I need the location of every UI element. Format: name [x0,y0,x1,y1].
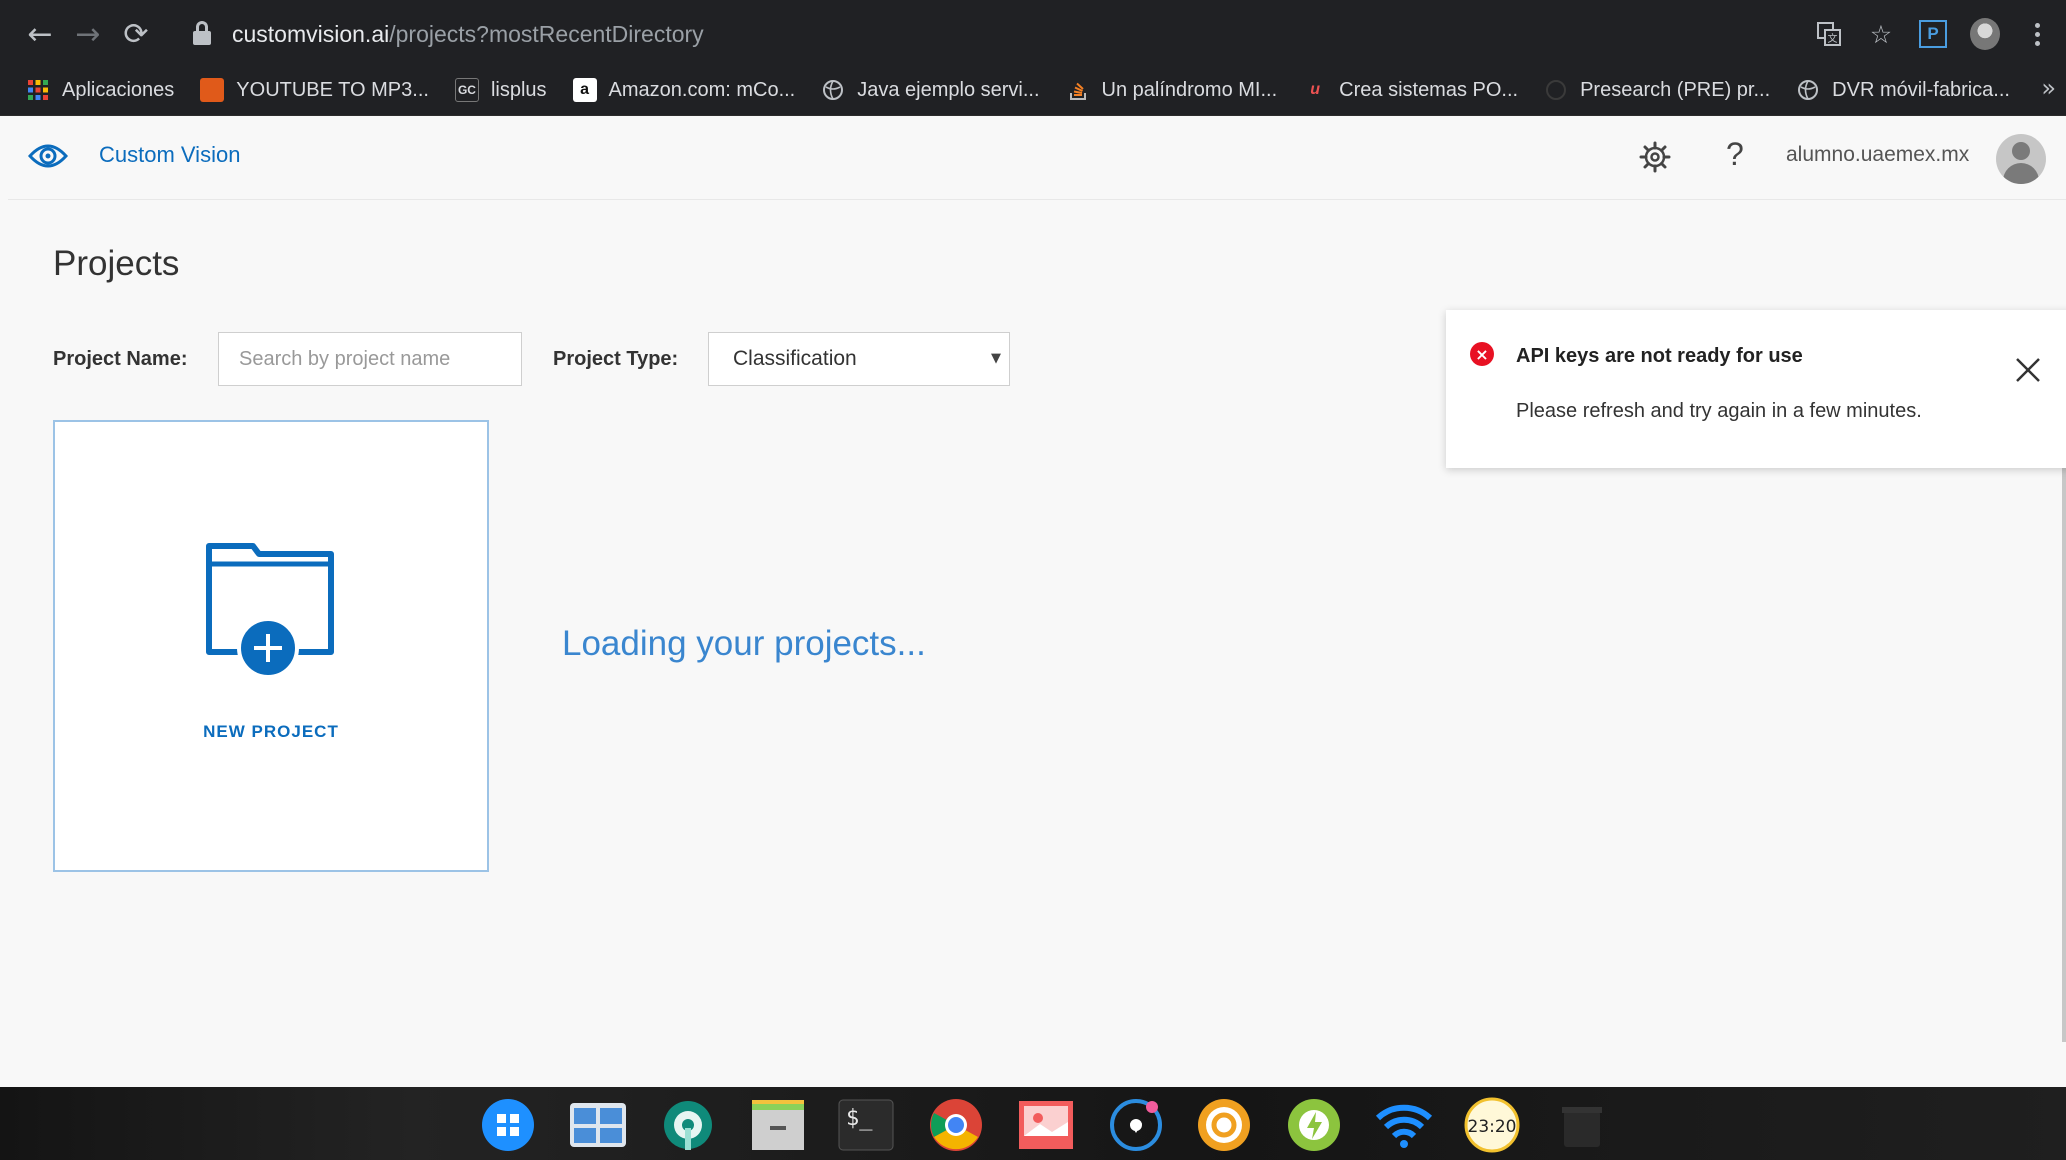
extension-p-icon[interactable]: P [1918,19,1948,49]
bookmark-item[interactable]: Java ejemplo servi... [821,78,1040,102]
amazon-icon: a [572,78,597,102]
bookmark-label: lisplus [490,78,547,101]
globe-icon [821,78,845,102]
brand-name[interactable]: Custom Vision [99,142,240,168]
settings-gear-icon[interactable] [1638,140,1672,174]
url-text[interactable]: customvision.ai/projects?mostRecentDirec… [232,21,704,48]
power-icon[interactable] [1286,1097,1342,1153]
bookmark-label: Aplicaciones [62,78,175,101]
bookmark-item[interactable]: a Amazon.com: mCo... [572,78,796,102]
forward-button[interactable]: → [66,12,110,56]
loading-projects-text: Loading your projects... [562,624,926,663]
reload-button[interactable]: ⟳ [114,12,158,56]
reload-icon: ⟳ [123,16,149,52]
notification-message: Please refresh and try again in a few mi… [1516,400,1922,422]
youtube-mp3-icon [200,78,225,102]
bookmark-label: DVR móvil-fabrica... [1832,78,2010,101]
chrome-icon[interactable] [928,1097,984,1153]
lock-icon [190,20,218,48]
app-header: Custom Vision ? alumno.uaemex.mx [8,116,2066,200]
bookmark-item[interactable]: YOUTUBE TO MP3... [200,78,429,102]
eye-logo-icon[interactable] [27,138,69,174]
app-store-icon[interactable] [1196,1097,1252,1153]
bookmark-label: Amazon.com: mCo... [608,78,796,101]
bookmarks-overflow-button[interactable]: » [2041,74,2056,102]
back-button[interactable]: ← [18,12,62,56]
wifi-icon[interactable] [1374,1097,1434,1153]
music-icon[interactable] [1108,1097,1164,1153]
dropdown-arrow-icon: ▼ [991,351,1001,366]
lisplus-icon: GC [454,78,479,102]
menu-kebab-icon[interactable] [2022,19,2052,49]
bookmark-label: Un palíndromo MI... [1101,78,1278,101]
multitasking-icon[interactable] [568,1097,628,1153]
address-bar[interactable]: customvision.ai/projects?mostRecentDirec… [176,12,1796,56]
presearch-icon [1544,78,1568,102]
bookmark-item[interactable]: Presearch (PRE) pr... [1544,78,1770,102]
toolbar-actions: 文 ☆ P [1814,12,2052,56]
custom-vision-app: Custom Vision ? alumno.uaemex.mx Project… [8,116,2066,1087]
bookmark-item[interactable]: u Crea sistemas PO... [1303,78,1518,102]
help-button[interactable]: ? [1726,136,1744,173]
close-icon[interactable] [2012,354,2044,386]
apps-grid-icon [26,78,50,102]
new-project-label: NEW PROJECT [203,722,339,741]
page-scrollbar[interactable] [2062,382,2066,1042]
bookmark-label: Java ejemplo servi... [857,78,1040,101]
bookmark-item[interactable]: DVR móvil-fabrica... [1796,78,2010,102]
error-icon: × [1470,342,1494,366]
profile-avatar-icon[interactable] [1970,18,2000,50]
project-type-value: Classification [733,347,857,370]
bookmark-item[interactable]: GC lisplus [454,78,547,102]
bookmark-item[interactable]: Aplicaciones [26,78,174,102]
bookmarks-bar: Aplicaciones YOUTUBE TO MP3... GC lisplu… [0,70,2066,110]
project-name-label: Project Name: [53,348,188,370]
error-notification: × API keys are not ready for use Please … [1446,310,2066,468]
udemy-icon: u [1310,81,1321,98]
stackoverflow-icon [1066,78,1090,102]
terminal-icon[interactable]: $_ [838,1097,894,1153]
clock-icon[interactable]: 23:20 [1464,1097,1520,1153]
url-host: customvision.ai [232,20,390,47]
back-arrow-icon: ← [27,16,53,52]
trash-icon[interactable] [1554,1097,1610,1153]
launcher-icon[interactable] [480,1097,536,1153]
forward-arrow-icon: → [75,16,101,52]
clock-time: 23:20 [1468,1117,1517,1137]
project-type-select[interactable]: Classification ▼ [708,332,1010,386]
bookmark-label: Presearch (PRE) pr... [1580,78,1771,101]
control-center-icon[interactable] [660,1097,716,1153]
new-project-card[interactable]: NEW PROJECT [53,420,489,872]
user-avatar[interactable] [1996,134,2046,184]
translate-icon[interactable]: 文 [1814,19,1844,49]
svg-text:文: 文 [1828,32,1838,45]
svg-text:$_: $_ [846,1106,873,1131]
project-name-search-input[interactable] [218,332,522,386]
notification-title: API keys are not ready for use [1516,345,1803,367]
desktop-dock: $_ 23:20 [0,1087,2066,1160]
project-type-label: Project Type: [553,348,679,370]
bookmark-label: YOUTUBE TO MP3... [236,78,429,101]
globe-icon [1796,78,1820,102]
url-path: /projects?mostRecentDirectory [389,20,704,47]
bookmark-label: Crea sistemas PO... [1339,78,1519,101]
user-account-name[interactable]: alumno.uaemex.mx [1786,143,1969,167]
new-project-folder-icon [205,540,337,682]
bookmark-item[interactable]: Un palíndromo MI... [1066,78,1278,102]
page-title: Projects [53,244,180,283]
image-viewer-icon[interactable] [1018,1097,1074,1153]
browser-toolbar: ← → ⟳ customvision.ai/projects?mostRecen… [0,0,2066,116]
bookmark-star-icon[interactable]: ☆ [1866,19,1896,49]
browser-window: ← → ⟳ customvision.ai/projects?mostRecen… [0,0,2066,1087]
file-manager-icon[interactable] [750,1097,806,1153]
